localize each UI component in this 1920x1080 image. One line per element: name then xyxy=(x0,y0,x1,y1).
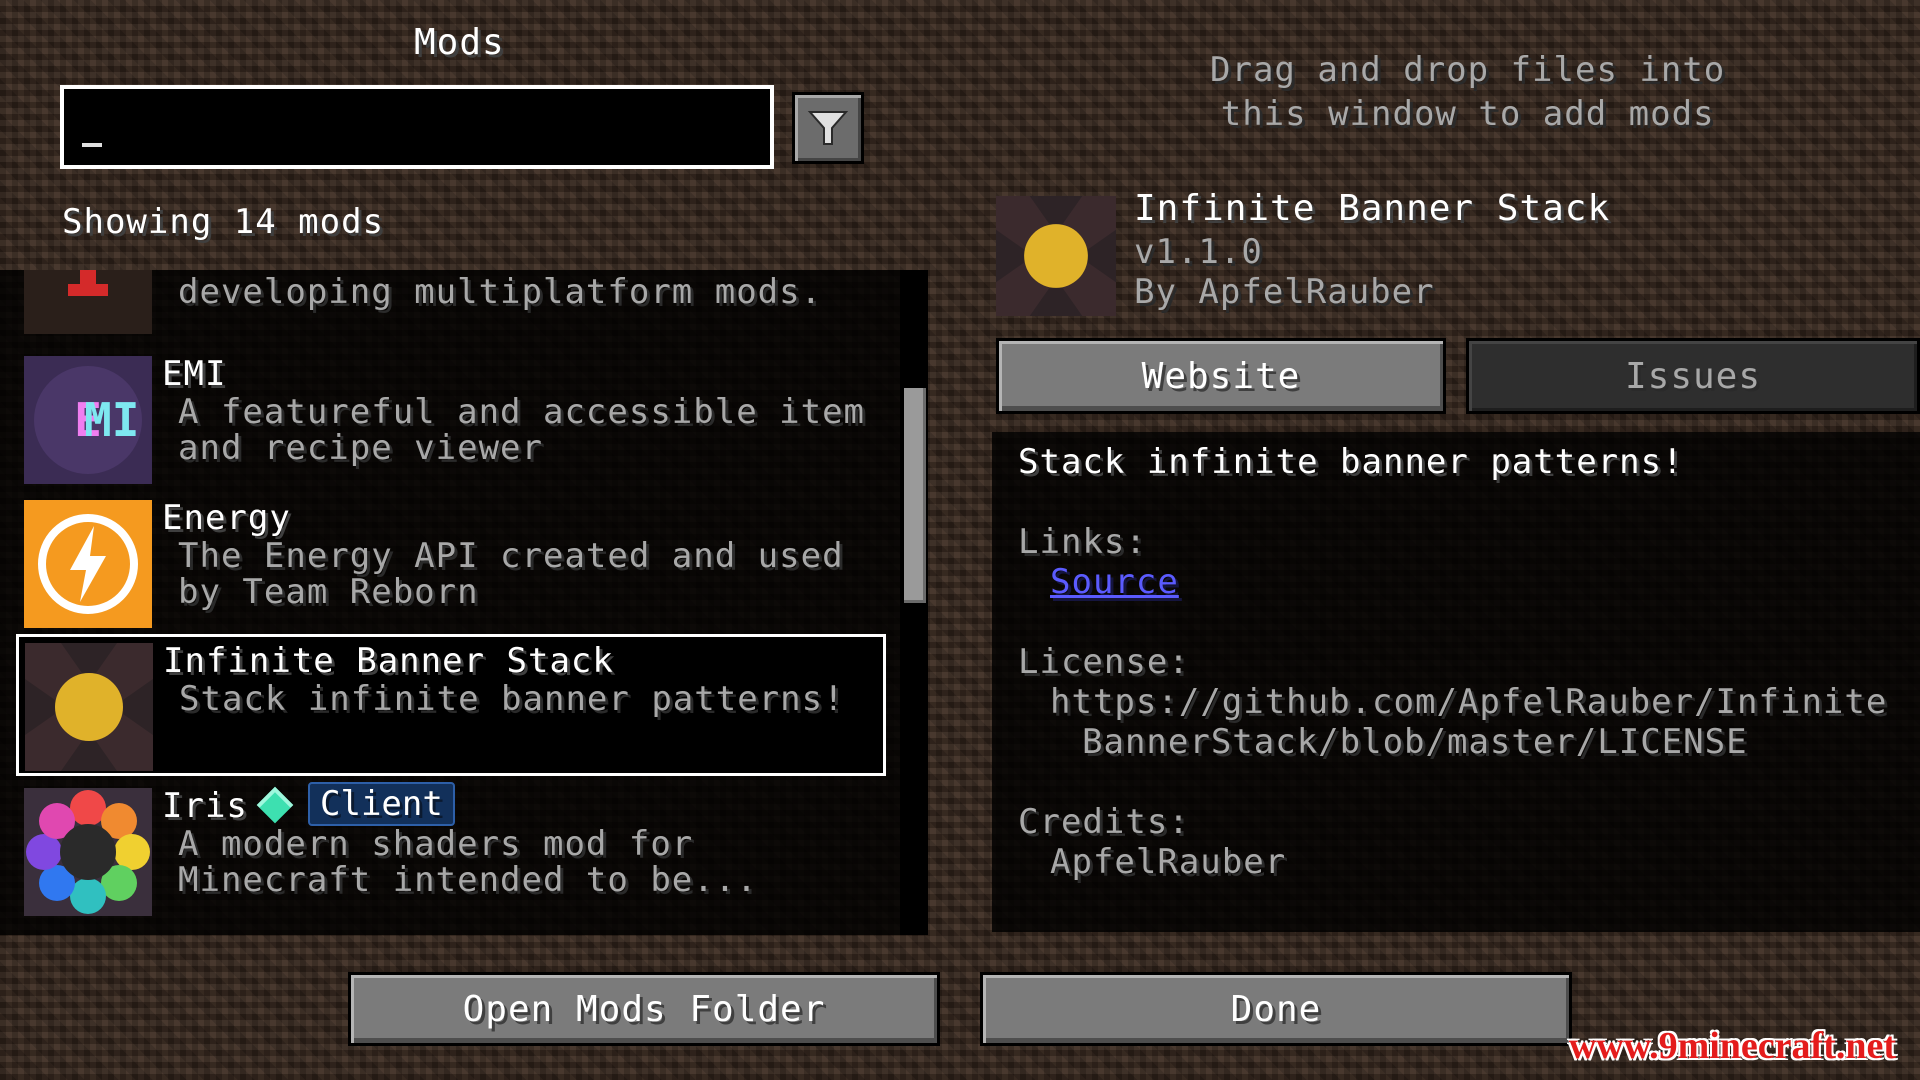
drop-hint-line: Drag and drop files into xyxy=(1210,50,1726,90)
client-badge: Client xyxy=(308,782,455,826)
detail-mod-name: Infinite Banner Stack xyxy=(1134,188,1611,229)
drop-hint: Drag and drop files into this window to … xyxy=(1210,48,1725,136)
mod-list-item[interactable]: Iris Client A modern shaders mod for Min… xyxy=(18,782,888,918)
text-cursor xyxy=(82,143,102,147)
energy-icon xyxy=(24,500,152,628)
mod-list[interactable]: developing multiplatform mods. E MI EMI … xyxy=(0,270,928,935)
banner-icon xyxy=(25,643,153,771)
architectury-icon xyxy=(24,270,152,334)
watermark: www.9minecraft.net xyxy=(1568,1025,1896,1067)
search-input[interactable] xyxy=(78,103,762,153)
website-button[interactable]: Website xyxy=(996,338,1446,414)
mod-description: by Team Reborn xyxy=(178,572,479,612)
emi-icon: E MI xyxy=(24,356,152,484)
issues-button[interactable]: Issues xyxy=(1466,338,1920,414)
mod-description: Minecraft intended to be... xyxy=(178,860,758,900)
mod-count-text: Showing 14 mods xyxy=(62,202,385,242)
mod-list-item-selected[interactable]: Infinite Banner Stack Stack infinite ban… xyxy=(16,634,886,776)
mod-name: Iris xyxy=(162,786,248,826)
source-link[interactable]: Source xyxy=(1050,562,1179,602)
filter-icon xyxy=(807,111,849,145)
mod-description: A featureful and accessible item xyxy=(178,392,866,432)
mod-list-item[interactable]: developing multiplatform mods. xyxy=(18,270,888,336)
mod-description: and recipe viewer xyxy=(178,428,543,468)
credits-label: Credits: xyxy=(1018,802,1190,842)
open-mods-folder-button[interactable]: Open Mods Folder xyxy=(348,972,940,1046)
mod-name: EMI xyxy=(162,354,227,394)
mod-name: Energy xyxy=(162,498,291,538)
done-button[interactable]: Done xyxy=(980,972,1572,1046)
license-url: BannerStack/blob/master/LICENSE xyxy=(1082,722,1748,762)
mod-list-item[interactable]: E MI EMI A featureful and accessible ite… xyxy=(18,350,888,486)
license-label: License: xyxy=(1018,642,1190,682)
search-field[interactable] xyxy=(60,85,774,169)
drop-hint-line: this window to add mods xyxy=(1220,94,1715,134)
scrollbar-thumb[interactable] xyxy=(904,388,926,603)
detail-description: Stack infinite banner patterns! xyxy=(1018,442,1684,482)
filter-button[interactable] xyxy=(792,92,864,164)
banner-icon xyxy=(996,192,1116,320)
links-label: Links: xyxy=(1018,522,1147,562)
page-title: Mods xyxy=(414,22,505,63)
mod-description: The Energy API created and used xyxy=(178,536,844,576)
mod-list-item[interactable]: Energy The Energy API created and used b… xyxy=(18,494,888,630)
credits-value: ApfelRauber xyxy=(1050,842,1287,882)
iris-icon xyxy=(24,788,152,916)
mod-description: A modern shaders mod for xyxy=(178,824,694,864)
svg-text:MI: MI xyxy=(84,393,139,447)
mod-description: developing multiplatform mods. xyxy=(178,272,823,312)
mod-description: Stack infinite banner patterns! xyxy=(179,679,845,719)
gem-icon xyxy=(256,786,294,824)
detail-version: v1.1.0 xyxy=(1134,232,1263,272)
detail-author: By ApfelRauber xyxy=(1134,272,1435,312)
mod-name: Infinite Banner Stack xyxy=(163,641,614,681)
license-url: https://github.com/ApfelRauber/Infinite xyxy=(1050,682,1888,722)
